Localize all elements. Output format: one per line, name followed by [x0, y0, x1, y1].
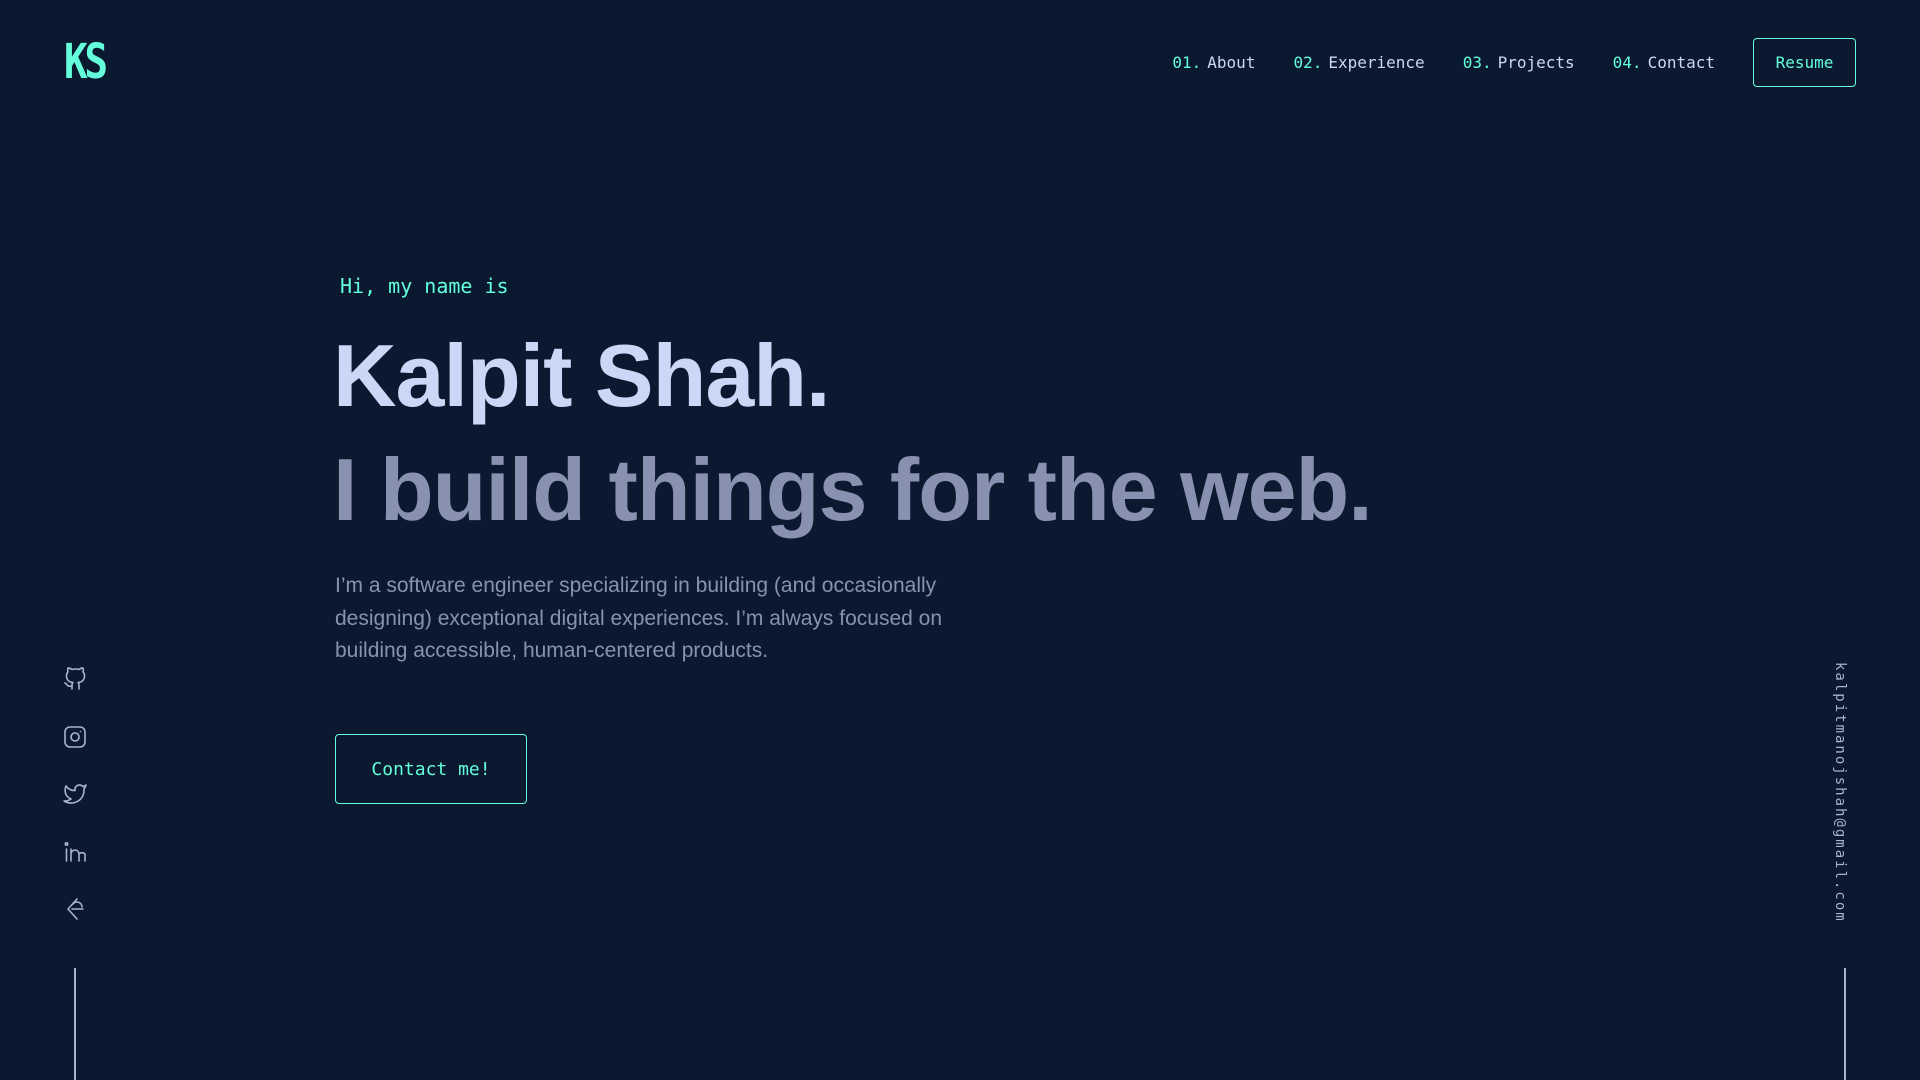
instagram-link[interactable] — [60, 722, 90, 752]
hero-intro: I’m a software engineer specializing in … — [335, 570, 995, 668]
social-links — [60, 664, 90, 952]
intro-line: designing) exceptional digital experienc… — [335, 606, 943, 630]
hero-tagline: I build things for the web. — [333, 440, 1373, 539]
nav-item-about[interactable]: 01. About — [1172, 53, 1255, 72]
instagram-icon — [64, 725, 86, 748]
twitter-link[interactable] — [60, 779, 90, 809]
main-nav: 01. About 02. Experience 03. Projects 04. Co… — [1172, 37, 1856, 87]
nav-number: 02. — [1293, 52, 1323, 72]
nav-number: 03. — [1462, 52, 1492, 72]
linkedin-link[interactable] — [60, 837, 90, 867]
nav-label: Contact — [1647, 52, 1715, 72]
hero-name: Kalpit Shah. — [333, 326, 830, 425]
nav-item-experience[interactable]: 02. Experience — [1293, 53, 1424, 72]
linkedin-icon — [64, 841, 86, 862]
intro-line: I’m a software engineer specializing in … — [335, 574, 937, 597]
email-link[interactable]: kalpitmanojshah@gmail.com — [1832, 662, 1848, 923]
nav-item-projects[interactable]: 03. Projects — [1463, 53, 1575, 72]
nav-item-contact[interactable]: 04. Contact — [1613, 53, 1715, 72]
intro-line: building accessible, human-centered prod… — [335, 639, 769, 662]
resume-button[interactable]: Resume — [1753, 37, 1856, 87]
nav-label: Projects — [1497, 52, 1575, 72]
nav-label: Experience — [1328, 52, 1425, 72]
github-link[interactable] — [60, 664, 90, 694]
hero-greeting: Hi, my name is — [340, 274, 509, 298]
codechef-icon — [67, 898, 84, 920]
right-rail-line — [1844, 968, 1846, 1080]
codechef-link[interactable] — [60, 894, 90, 924]
nav-number: 04. — [1612, 52, 1642, 72]
twitter-icon — [63, 784, 87, 804]
nav-number: 01. — [1172, 52, 1202, 72]
github-icon — [64, 667, 86, 690]
contact-button[interactable]: Contact me! — [335, 734, 527, 804]
left-rail-line — [74, 968, 76, 1080]
site-logo[interactable]: KS — [64, 36, 108, 88]
nav-label: About — [1207, 52, 1256, 72]
